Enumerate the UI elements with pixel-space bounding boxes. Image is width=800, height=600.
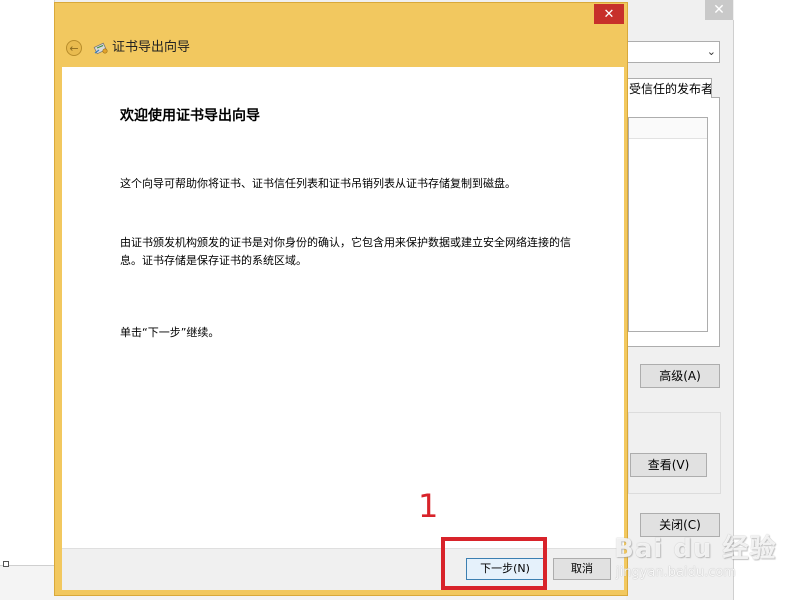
intro-paragraph: 这个向导可帮助你将证书、证书信任列表和证书吊销列表从证书存储复制到磁盘。 bbox=[120, 177, 516, 190]
annotation-highlight bbox=[441, 537, 547, 590]
page-title: 欢迎使用证书导出向导 bbox=[120, 108, 260, 124]
cancel-button[interactable]: 取消 bbox=[553, 558, 611, 580]
close-icon: ✕ bbox=[603, 6, 615, 22]
background-window-edge bbox=[734, 0, 800, 600]
close-icon: ✕ bbox=[713, 2, 725, 18]
wizard-close-button[interactable]: ✕ bbox=[594, 4, 624, 24]
resize-handle[interactable] bbox=[3, 561, 9, 567]
background-close-button[interactable]: ✕ bbox=[705, 0, 733, 20]
annotation-step-number: 1 bbox=[418, 487, 439, 525]
purpose-select[interactable]: ⌄ bbox=[626, 41, 720, 63]
back-arrow-icon: ← bbox=[69, 41, 79, 55]
view-button[interactable]: 查看(V) bbox=[630, 453, 707, 477]
back-button[interactable]: ← bbox=[66, 40, 82, 56]
wizard-content bbox=[62, 67, 624, 548]
certificate-icon bbox=[93, 42, 108, 55]
advanced-button[interactable]: 高级(A) bbox=[640, 364, 720, 388]
instruction-paragraph: 单击“下一步”继续。 bbox=[120, 326, 220, 339]
tab-trusted-publishers[interactable]: 受信任的发布者 bbox=[626, 78, 712, 98]
wizard-title: 证书导出向导 bbox=[112, 40, 191, 55]
background-document bbox=[0, 0, 55, 568]
description-paragraph: 由证书颁发机构颁发的证书是对你身份的确认，它包含用来保护数据或建立安全网络连接的… bbox=[120, 236, 571, 267]
watermark-logo: Bai du 经验 bbox=[614, 534, 777, 564]
list-header bbox=[629, 118, 707, 139]
certificate-list[interactable] bbox=[628, 117, 708, 332]
chevron-down-icon: ⌄ bbox=[706, 45, 716, 58]
watermark-url: jingyan.baidu.com bbox=[616, 565, 736, 580]
